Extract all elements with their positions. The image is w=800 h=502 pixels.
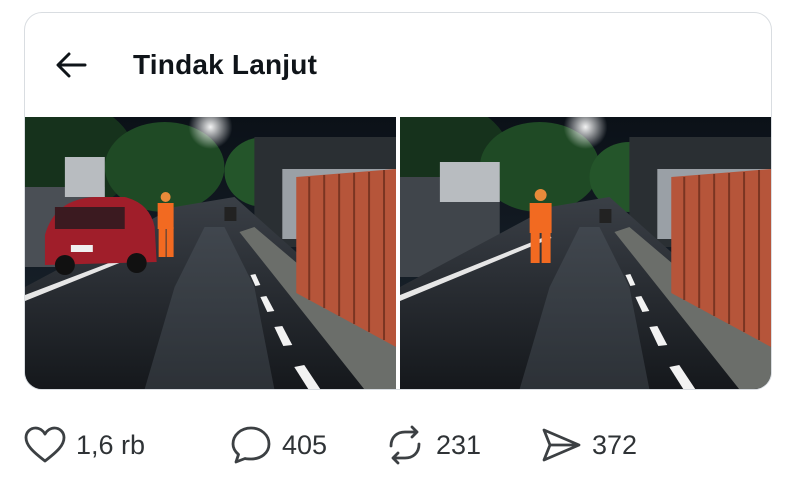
reply-button[interactable]: 405: [230, 418, 327, 472]
share-button[interactable]: 372: [540, 418, 637, 472]
reply-count: 405: [282, 429, 328, 460]
share-count: 372: [592, 429, 638, 460]
photo-1[interactable]: [25, 117, 396, 389]
heart-icon: [24, 426, 66, 463]
night-street-image: [400, 117, 771, 389]
post-header: Tindak Lanjut: [25, 13, 771, 117]
photo-2[interactable]: [400, 117, 771, 389]
comment-bubble-icon: [231, 426, 271, 464]
like-button[interactable]: 1,6 rb: [24, 418, 145, 472]
like-count: 1,6 rb: [76, 429, 146, 460]
page-title: Tindak Lanjut: [133, 49, 318, 80]
photo-gallery: [25, 117, 771, 389]
post-actions-bar: 1,6 rb 405 231 372: [24, 418, 724, 472]
repost-icon: [389, 425, 421, 465]
back-button[interactable]: [53, 47, 89, 83]
arrow-left-icon: [56, 52, 87, 78]
repost-button[interactable]: 231: [384, 418, 481, 472]
send-icon: [542, 428, 581, 462]
repost-count: 231: [436, 429, 482, 460]
night-street-image: [25, 117, 396, 389]
post-card: Tindak Lanjut: [24, 12, 772, 390]
